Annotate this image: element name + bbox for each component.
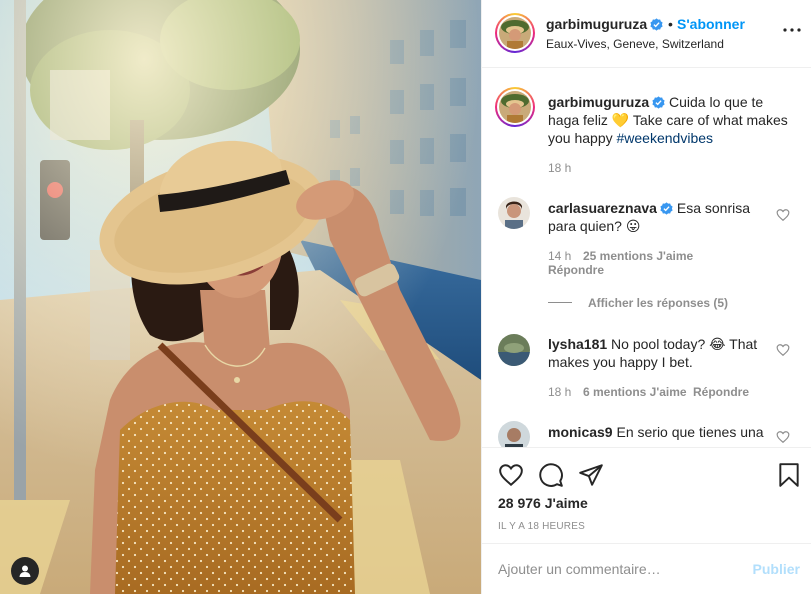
comment-heart-icon[interactable] — [776, 343, 790, 357]
reply-button-text[interactable]: Répondre — [693, 385, 749, 399]
comment-username[interactable]: lysha181 — [548, 336, 607, 352]
verified-badge-icon — [650, 18, 663, 31]
post-actions: 28 976 J'aime IL Y A 18 HEURES — [482, 447, 811, 543]
verified-badge-icon — [652, 96, 665, 109]
commenter-avatar[interactable] — [498, 197, 530, 229]
more-horizontal-icon[interactable] — [782, 26, 802, 34]
author-username[interactable]: garbimuguruza — [546, 16, 663, 32]
reply-button[interactable]: Répondre — [693, 385, 749, 399]
add-comment-bar: Publier — [482, 543, 811, 594]
author-username-text[interactable]: garbimuguruza — [546, 16, 647, 32]
person-icon[interactable] — [11, 557, 39, 585]
likes-count[interactable]: 28 976 J'aime — [498, 495, 588, 511]
comment-text: carlasuareznava Esa sonrisa para quien? … — [548, 199, 758, 235]
reply-button[interactable]: Répondre — [548, 263, 604, 277]
commenter-avatar[interactable] — [498, 334, 530, 366]
comment-heart-icon[interactable] — [776, 208, 790, 222]
verified-badge-icon — [660, 202, 673, 215]
comment-time[interactable]: 14 h — [548, 249, 571, 263]
view-replies-text[interactable]: Afficher les réponses (5) — [588, 296, 728, 310]
post-comment-button[interactable]: Publier — [753, 561, 800, 577]
post-image — [0, 0, 481, 594]
comment-likes-text[interactable]: 6 mentions J'aime — [583, 385, 687, 399]
follow-button[interactable]: S'abonner — [677, 16, 745, 32]
laughing-emoji: 😂 — [709, 336, 726, 352]
caption-time[interactable]: 18 h — [548, 161, 571, 175]
instagram-post: garbimuguruza • S'abonner Eaux-Vives, Ge… — [0, 0, 811, 594]
replies-divider — [548, 302, 572, 303]
author-avatar[interactable] — [495, 13, 535, 53]
comment-heart-icon[interactable] — [776, 430, 790, 444]
post-side-panel: garbimuguruza • S'abonner Eaux-Vives, Ge… — [481, 0, 811, 594]
view-replies-button[interactable]: Afficher les réponses (5) — [588, 296, 728, 310]
yellow-heart-emoji: 💛 — [611, 112, 630, 128]
comment-likes[interactable]: 6 mentions J'aime — [583, 385, 687, 399]
comment-body: No pool today? — [607, 336, 710, 352]
comment-icon[interactable] — [538, 462, 564, 488]
bookmark-icon[interactable] — [777, 462, 801, 488]
comments-list[interactable]: garbimuguruza Cuida lo que te haga feliz… — [482, 69, 811, 447]
reply-button-text[interactable]: Répondre — [548, 263, 604, 277]
caption-username[interactable]: garbimuguruza — [548, 94, 649, 110]
comment-username[interactable]: carlasuareznava — [548, 200, 657, 216]
comment-likes[interactable]: 25 mentions J'aime — [583, 249, 693, 263]
caption-avatar[interactable] — [495, 87, 535, 127]
paper-plane-icon[interactable] — [578, 462, 604, 488]
caption-text: garbimuguruza Cuida lo que te haga feliz… — [548, 93, 788, 147]
comment-input[interactable] — [498, 558, 748, 580]
comment-body: En serio que tienes una — [612, 424, 764, 440]
comment-time[interactable]: 18 h — [548, 385, 571, 399]
comment-text: monicas9 En serio que tienes una — [548, 423, 764, 441]
comment-text: lysha181 No pool today? 😂 That makes you… — [548, 335, 763, 371]
post-timestamp[interactable]: IL Y A 18 HEURES — [498, 521, 585, 532]
comment-username[interactable]: monicas9 — [548, 424, 613, 440]
comment-likes-text[interactable]: 25 mentions J'aime — [583, 249, 693, 263]
tongue-emoji: 😛 — [625, 218, 641, 234]
heart-icon[interactable] — [498, 462, 524, 488]
post-location[interactable]: Eaux-Vives, Geneve, Switzerland — [546, 37, 724, 51]
hashtag-link[interactable]: #weekendvibes — [617, 130, 714, 146]
separator-dot: • — [668, 16, 673, 32]
post-header: garbimuguruza • S'abonner Eaux-Vives, Ge… — [482, 0, 811, 68]
post-photo[interactable] — [0, 0, 481, 594]
commenter-avatar[interactable] — [498, 421, 530, 447]
